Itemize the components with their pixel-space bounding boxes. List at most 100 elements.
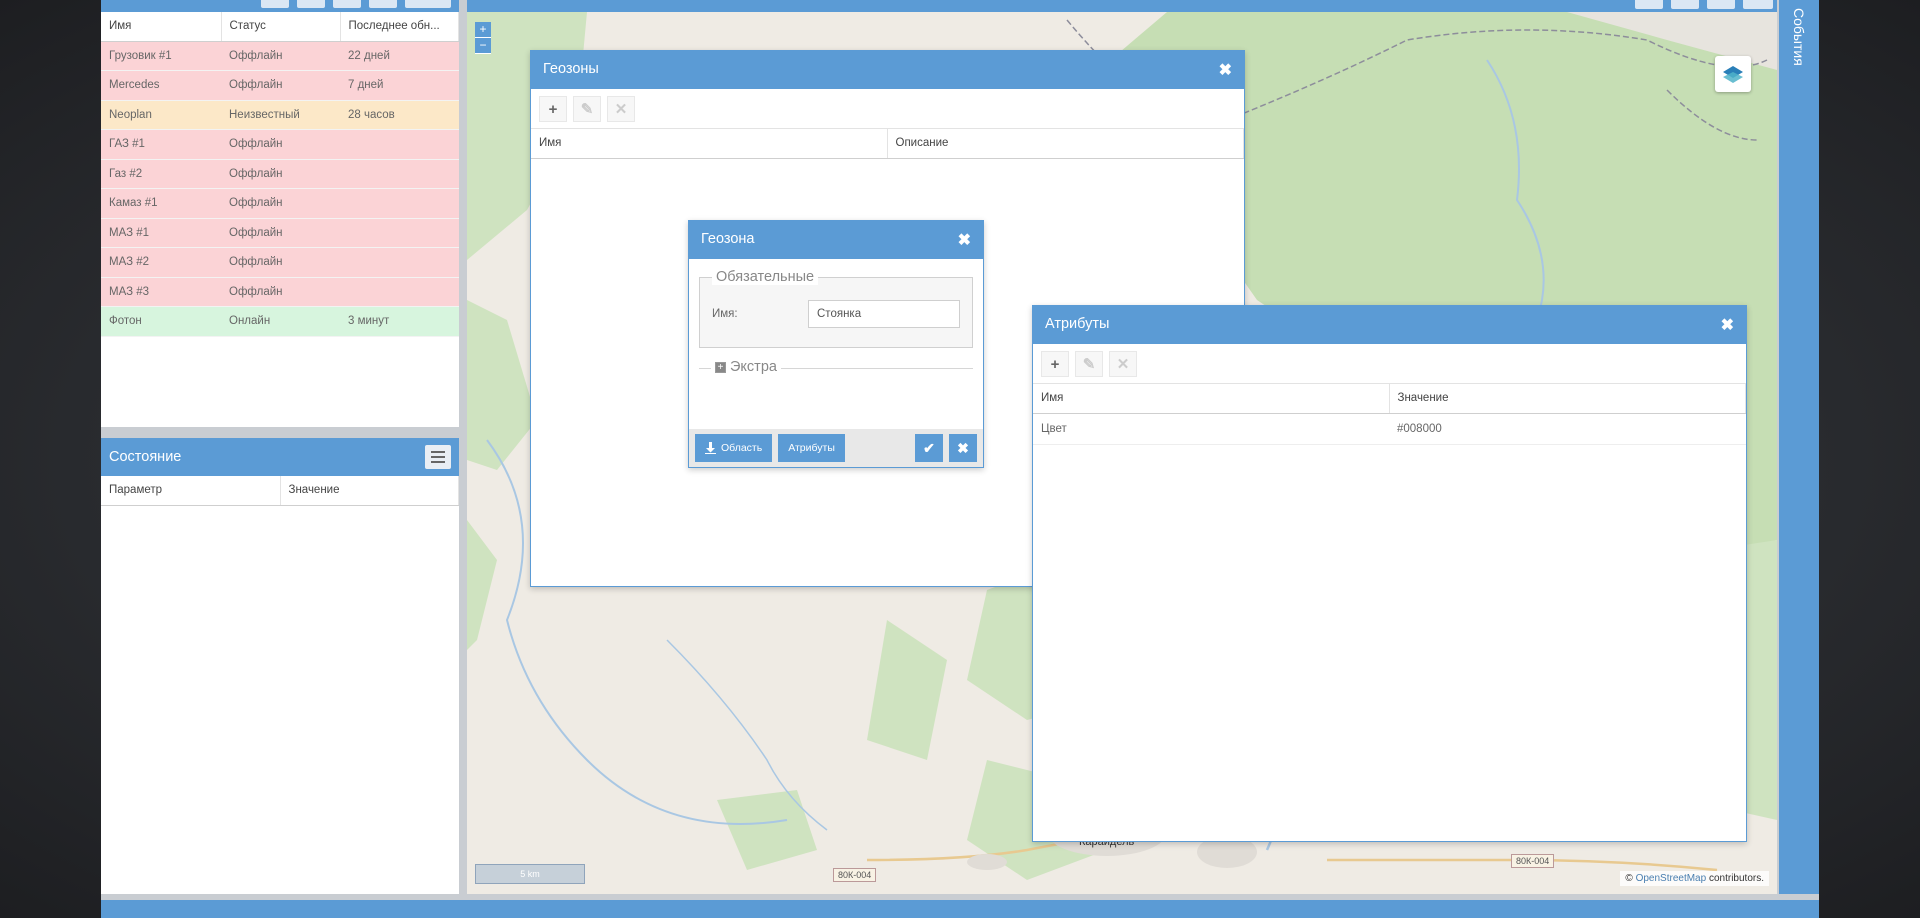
list-icon (431, 451, 445, 463)
pencil-icon: ✎ (1082, 356, 1096, 373)
name-label: Имя: (712, 308, 738, 320)
column-header-parameter[interactable]: Параметр (101, 476, 281, 506)
remove-attribute-button[interactable]: ✕ (1109, 351, 1137, 377)
attribute-name: Цвет (1033, 413, 1389, 445)
download-icon (705, 442, 716, 454)
check-icon: ✔ (923, 439, 935, 456)
devices-toolbar-button[interactable] (369, 0, 397, 8)
device-status: Оффлайн (221, 41, 340, 71)
attributes-window-header: Атрибуты ✖ (1033, 306, 1746, 344)
area-button[interactable]: Область (695, 434, 773, 462)
devices-toolbar-button[interactable] (333, 0, 361, 8)
state-grid-header: Параметр Значение (101, 476, 459, 506)
attributes-toolbar: + ✎ ✕ (1033, 344, 1746, 384)
column-header-status[interactable]: Статус (221, 12, 341, 42)
map-toolbar-button[interactable] (1671, 0, 1699, 9)
device-status: Оффлайн (221, 129, 340, 160)
attribution-prefix: © (1625, 873, 1636, 884)
close-icon: ✕ (614, 101, 628, 118)
device-name: МАЗ #1 (101, 218, 221, 248)
edit-attribute-button[interactable]: ✎ (1075, 351, 1103, 377)
close-icon: ✕ (1116, 356, 1130, 373)
device-last-update: 3 минут (340, 306, 459, 337)
device-row[interactable]: Грузовик #1 Оффлайн 22 дней (101, 41, 459, 71)
device-row[interactable]: Фотон Онлайн 3 минут (101, 306, 459, 337)
device-row[interactable]: МАЗ #3 Оффлайн (101, 277, 459, 307)
left-panel: Имя Статус Последнее обн... Грузовик #1 … (101, 0, 459, 918)
device-status: Оффлайн (221, 247, 340, 278)
plus-icon: + (548, 100, 558, 118)
close-icon[interactable]: ✖ (1219, 60, 1232, 80)
column-header-last-update[interactable]: Последнее обн... (340, 12, 459, 42)
column-header-name[interactable]: Имя (101, 12, 222, 42)
name-field[interactable] (808, 300, 960, 328)
device-row[interactable]: Газ #2 Оффлайн (101, 159, 459, 189)
map-scale: 5 km (475, 864, 585, 884)
device-last-update: 7 дней (340, 70, 459, 101)
close-icon[interactable]: ✖ (1721, 315, 1734, 335)
device-last-update (340, 159, 459, 189)
device-row[interactable]: Камаз #1 Оффлайн (101, 188, 459, 219)
app-root: Имя Статус Последнее обн... Грузовик #1 … (101, 0, 1819, 918)
add-geozone-button[interactable]: + (539, 96, 567, 122)
geozones-grid: Имя Описание (531, 129, 1244, 159)
map-toolbar-button[interactable] (1743, 0, 1773, 9)
road-label: 80К-004 (1511, 854, 1555, 868)
close-icon: ✖ (957, 439, 969, 456)
panel-splitter[interactable] (101, 427, 459, 438)
required-fieldset: Обязательные Имя: (699, 269, 973, 348)
device-row[interactable]: ГАЗ #1 Оффлайн (101, 129, 459, 160)
devices-toolbar-button[interactable] (405, 0, 451, 8)
device-last-update (340, 188, 459, 219)
column-header-value[interactable]: Значение (280, 476, 459, 506)
add-attribute-button[interactable]: + (1041, 351, 1069, 377)
extra-legend-label: Экстра (730, 359, 777, 375)
save-button[interactable]: ✔ (915, 434, 943, 462)
column-header-name[interactable]: Имя (1033, 384, 1390, 414)
road-label: 80К-004 (833, 868, 877, 882)
cancel-button[interactable]: ✖ (949, 434, 977, 462)
state-menu-button[interactable] (425, 445, 451, 469)
device-name: МАЗ #3 (101, 277, 221, 307)
attribute-value: #008000 (1389, 413, 1746, 445)
layers-button[interactable] (1715, 56, 1751, 92)
map-toolbar-button[interactable] (1707, 0, 1735, 9)
devices-header (101, 0, 459, 12)
device-row[interactable]: МАЗ #2 Оффлайн (101, 247, 459, 278)
device-name: ГАЗ #1 (101, 129, 221, 160)
footer-spacer (851, 434, 909, 462)
required-legend: Обязательные (712, 269, 819, 285)
extra-legend[interactable]: + Экстра (711, 359, 781, 375)
osm-link[interactable]: OpenStreetMap (1636, 873, 1707, 884)
device-status: Оффлайн (221, 159, 340, 189)
zoom-out-button[interactable]: − (475, 38, 491, 54)
expand-icon[interactable]: + (715, 361, 726, 373)
column-header-description[interactable]: Описание (887, 129, 1244, 159)
events-panel[interactable]: События (1779, 0, 1819, 894)
device-row[interactable]: Neoplan Неизвестный 28 часов (101, 100, 459, 130)
remove-geozone-button[interactable]: ✕ (607, 96, 635, 122)
device-name: Фотон (101, 306, 221, 337)
devices-toolbar-button[interactable] (261, 0, 289, 8)
device-last-update (340, 129, 459, 160)
bottom-bar (101, 900, 1819, 918)
extra-fieldset[interactable]: + Экстра (699, 359, 973, 386)
attribute-row[interactable]: Цвет #008000 (1033, 413, 1746, 445)
device-row[interactable]: МАЗ #1 Оффлайн (101, 218, 459, 248)
zoom-in-button[interactable]: + (475, 22, 491, 38)
layers-icon (1723, 66, 1743, 83)
close-icon[interactable]: ✖ (958, 230, 971, 250)
geozone-dialog-footer: Область Атрибуты ✔ ✖ (689, 429, 983, 467)
column-header-value[interactable]: Значение (1389, 384, 1746, 414)
column-header-name[interactable]: Имя (531, 129, 888, 159)
edit-geozone-button[interactable]: ✎ (573, 96, 601, 122)
device-name: Грузовик #1 (101, 41, 221, 71)
device-last-update (340, 277, 459, 307)
attributes-button[interactable]: Атрибуты (778, 434, 845, 462)
device-name: Neoplan (101, 100, 221, 130)
devices-toolbar-button[interactable] (297, 0, 325, 8)
map-toolbar-button[interactable] (1635, 0, 1663, 9)
attributes-grid: Имя Значение Цвет #008000 (1033, 384, 1746, 445)
device-row[interactable]: Mercedes Оффлайн 7 дней (101, 70, 459, 101)
device-status: Онлайн (221, 306, 340, 337)
